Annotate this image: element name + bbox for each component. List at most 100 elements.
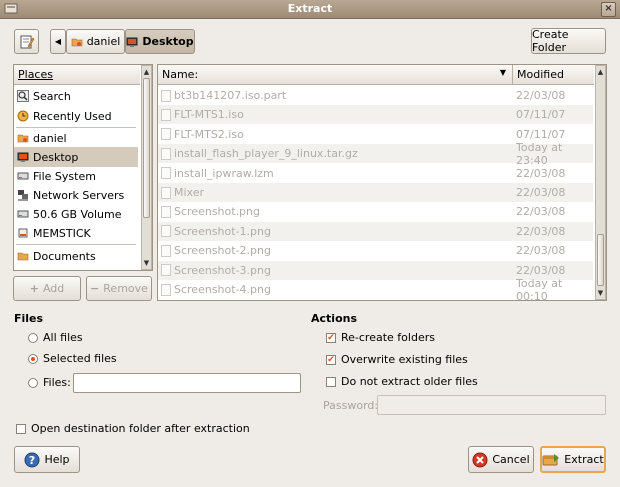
sidebar-item-label: File System <box>33 169 96 183</box>
sidebar-item-network-servers[interactable]: Network Servers <box>14 185 138 205</box>
file-row[interactable]: Screenshot-2.png 22/03/08 <box>158 241 593 260</box>
path-label: daniel <box>86 35 121 48</box>
file-icon <box>161 128 171 141</box>
file-row[interactable]: Screenshot-4.png Today at 00:10 <box>158 276 593 301</box>
file-modified: Today at 00:10 <box>516 276 563 301</box>
places-scrollbar[interactable]: ▲ ▼ <box>141 65 152 270</box>
files-pattern-label: Files: <box>43 376 71 389</box>
type-location-button[interactable] <box>14 29 39 54</box>
sidebar-item-label: Search <box>33 89 71 103</box>
file-list-scroll-thumb[interactable] <box>597 234 604 286</box>
file-modified: 22/03/08 <box>516 263 566 277</box>
overwrite-files-checkbox[interactable]: ✔ Overwrite existing files <box>326 353 468 366</box>
sidebar-item-label: daniel <box>33 131 67 145</box>
arrow-left-icon: ◀ <box>54 37 62 46</box>
file-name: Screenshot-2.png <box>174 244 271 258</box>
scroll-down-icon[interactable]: ▼ <box>596 288 605 298</box>
sidebar-item-file-system[interactable]: File System <box>14 166 138 186</box>
places-scroll-thumb[interactable] <box>143 78 150 218</box>
password-input[interactable] <box>377 395 606 415</box>
path-button-desktop[interactable]: Desktop <box>125 29 195 54</box>
files-pattern-radio[interactable]: Files: <box>28 376 71 389</box>
clock-icon <box>17 110 29 122</box>
extract-button[interactable]: Extract <box>540 446 606 473</box>
file-name-cell: FLT-MTS2.iso <box>161 128 244 141</box>
drive-icon <box>17 172 29 180</box>
home-folder-icon <box>71 38 83 46</box>
file-name-cell: bt3b141207.iso.part <box>161 89 286 102</box>
file-name-cell: Mixer <box>161 186 204 199</box>
all-files-radio[interactable]: All files <box>28 331 83 344</box>
file-row[interactable]: Screenshot.png 22/03/08 <box>158 202 593 221</box>
file-row[interactable]: Screenshot-1.png 22/03/08 <box>158 221 593 241</box>
archive-extract-icon <box>542 453 560 465</box>
path-button-daniel[interactable]: daniel <box>66 29 125 54</box>
file-name-cell: Screenshot-3.png <box>161 264 271 277</box>
search-icon <box>17 90 29 102</box>
file-icon <box>161 186 171 199</box>
sort-descending-icon: ▼ <box>499 68 506 77</box>
sidebar-item-label: Network Servers <box>33 188 125 202</box>
sidebar-item-memstick[interactable]: MEMSTICK <box>14 223 138 243</box>
create-folder-button[interactable]: Create Folder <box>531 28 606 54</box>
file-name: Mixer <box>174 186 205 199</box>
sidebar-item-recently-used[interactable]: Recently Used <box>14 106 138 126</box>
minus-icon: − <box>90 282 100 295</box>
files-pattern-input[interactable] <box>73 373 301 393</box>
file-row[interactable]: install_flash_player_9_linux.tar.gz Today… <box>158 141 593 167</box>
file-modified: 22/03/08 <box>516 89 566 102</box>
sidebar-item-desktop[interactable]: Desktop <box>14 147 138 167</box>
checkbox-checked-icon: ✔ <box>326 332 336 343</box>
places-separator <box>16 244 136 245</box>
file-row[interactable]: bt3b141207.iso.part 22/03/08 <box>158 86 593 105</box>
sidebar-item-search[interactable]: Search <box>14 86 138 106</box>
file-row[interactable]: install_ipwraw.lzm 22/03/08 <box>158 164 593 183</box>
sidebar-item-label: Desktop <box>33 150 79 164</box>
file-modified: 22/03/08 <box>516 224 566 238</box>
svg-text:?: ? <box>29 454 35 467</box>
file-modified: 22/03/08 <box>516 244 566 258</box>
cancel-button[interactable]: Cancel <box>468 446 534 473</box>
drive-icon <box>17 210 29 218</box>
file-name-cell: Screenshot-4.png <box>161 283 271 296</box>
sidebar-item-label: MEMSTICK <box>33 226 91 240</box>
help-button[interactable]: ? Help <box>14 446 80 473</box>
path-scroll-left-button[interactable]: ◀ <box>50 29 66 54</box>
scroll-up-icon[interactable]: ▲ <box>596 67 605 77</box>
sidebar-item-documents[interactable]: Documents <box>14 246 138 266</box>
selected-files-radio[interactable]: Selected files <box>28 352 117 365</box>
places-header-label: Places <box>18 68 53 81</box>
file-row[interactable]: FLT-MTS1.iso 07/11/07 <box>158 105 593 125</box>
column-header-modified[interactable]: Modified <box>512 65 594 85</box>
close-icon[interactable]: × <box>601 2 616 17</box>
file-icon <box>161 147 171 160</box>
file-modified: 07/11/07 <box>516 127 566 141</box>
overwrite-files-label: Overwrite existing files <box>341 353 468 366</box>
help-icon: ? <box>24 452 40 467</box>
sidebar-item-volume[interactable]: 50.6 GB Volume <box>14 204 138 224</box>
file-name: Screenshot-4.png <box>174 283 271 296</box>
sidebar-item-daniel[interactable]: daniel <box>14 128 138 148</box>
file-list-scrollbar[interactable]: ▲ ▼ <box>595 65 606 300</box>
recreate-folders-checkbox[interactable]: ✔ Re-create folders <box>326 331 435 344</box>
remove-bookmark-button[interactable]: − Remove <box>86 276 152 301</box>
column-header-name[interactable]: Name: ▼ <box>158 65 512 85</box>
places-header[interactable]: Places <box>14 65 140 85</box>
edit-location-icon <box>20 35 34 48</box>
open-destination-checkbox[interactable]: Open destination folder after extraction <box>16 422 250 435</box>
add-bookmark-button[interactable]: + Add <box>13 276 81 301</box>
file-name-cell: install_ipwraw.lzm <box>161 167 274 180</box>
scroll-up-icon[interactable]: ▲ <box>142 67 151 77</box>
create-folder-label: Create Folder <box>532 28 569 54</box>
desktop-icon <box>126 37 138 47</box>
sidebar-item-label: Recently Used <box>33 109 112 123</box>
network-icon <box>18 190 28 201</box>
help-label: Help <box>44 453 70 466</box>
file-row[interactable]: Mixer 22/03/08 <box>158 183 593 202</box>
file-icon <box>161 167 171 180</box>
no-older-files-checkbox[interactable]: Do not extract older files <box>326 375 478 388</box>
radio-indicator <box>28 353 38 364</box>
file-icon <box>161 244 171 257</box>
selected-files-label: Selected files <box>43 352 117 365</box>
scroll-down-icon[interactable]: ▼ <box>142 258 151 268</box>
